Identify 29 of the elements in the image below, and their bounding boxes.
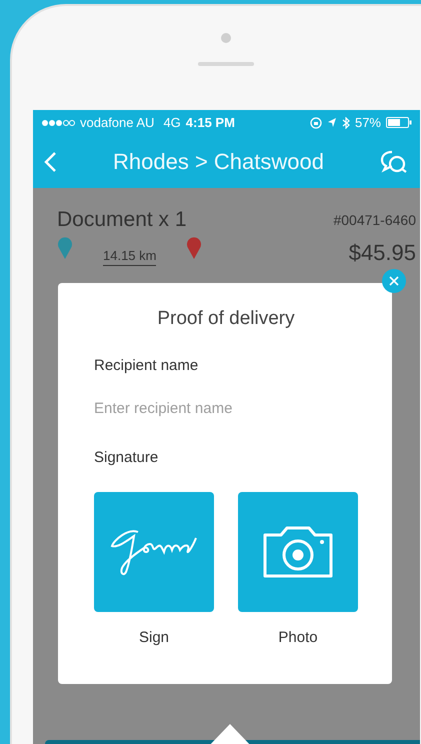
back-chevron-icon[interactable] (43, 150, 57, 172)
signal-icon (41, 118, 75, 126)
item-count: Document x 1 (57, 208, 187, 232)
chat-bubbles-icon[interactable] (380, 150, 408, 174)
battery-percent: 57% (354, 115, 381, 130)
recipient-name-field[interactable]: Enter recipient name (94, 400, 358, 417)
camera-dot (221, 33, 231, 43)
field-label: Signature (94, 449, 160, 466)
pin-icon (186, 236, 202, 260)
field-label: Recipient name (94, 357, 200, 374)
close-icon (389, 276, 399, 286)
clock-time: 4:15 PM (186, 115, 235, 130)
route-title: Rhodes > Chatswood (112, 148, 325, 174)
sign-button[interactable] (94, 492, 214, 612)
rotation-lock-icon (310, 116, 322, 128)
battery-icon (386, 117, 412, 128)
carrier-name: vodafone AU (80, 115, 154, 130)
price-label: $45.95 (348, 240, 416, 266)
order-number: #00471-6460 (333, 212, 416, 228)
distance-label: 14.15 km (103, 248, 156, 266)
option-label: Photo (278, 629, 318, 646)
pin-icon (57, 236, 73, 260)
camera-icon (261, 525, 335, 579)
option-label: Sign (138, 629, 170, 646)
network-type: 4G (163, 115, 181, 130)
photo-button[interactable] (238, 492, 358, 612)
location-arrow-icon (326, 117, 337, 128)
bluetooth-icon (342, 116, 350, 128)
dialog-title: Proof of delivery (156, 308, 296, 330)
